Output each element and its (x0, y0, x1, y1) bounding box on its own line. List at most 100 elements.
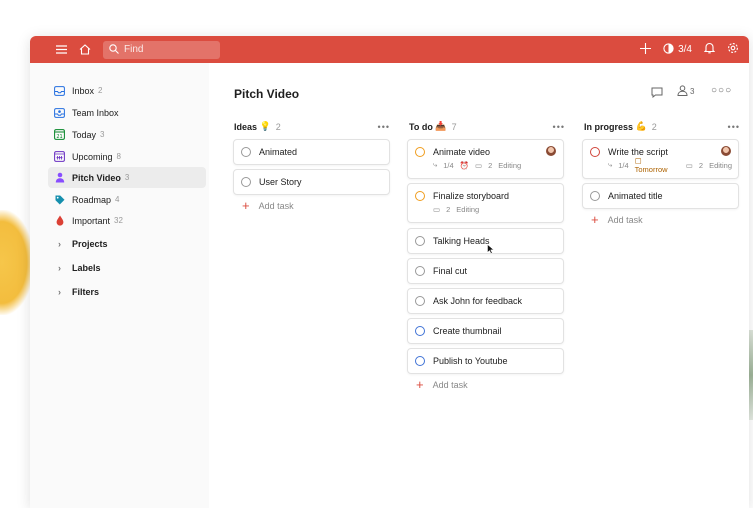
task-card[interactable]: Animated (233, 139, 390, 165)
sidebar-item-inbox[interactable]: Inbox 2 (48, 80, 206, 101)
sidebar-item-label: Team Inbox (72, 107, 119, 118)
task-checkbox[interactable] (415, 356, 425, 366)
alarm-icon: ⏰ (459, 160, 469, 170)
sidebar: Inbox 2 Team Inbox 21 Today 3 Upcoming 8 Pi… (30, 63, 209, 508)
calendar-grid-icon (54, 151, 65, 162)
task-title: Create thumbnail (433, 326, 502, 336)
column-name: In progress (584, 121, 634, 132)
task-checkbox[interactable] (241, 147, 251, 157)
task-checkbox[interactable] (415, 266, 425, 276)
sidebar-item-roadmap[interactable]: Roadmap 4 (48, 189, 206, 210)
task-card[interactable]: Talking Heads (407, 228, 564, 254)
task-checkbox[interactable] (590, 191, 600, 201)
comment-icon (651, 85, 663, 103)
add-task-button[interactable]: + Add task (416, 378, 468, 391)
column-count: 2 (651, 121, 657, 132)
mouse-cursor-icon (487, 244, 495, 254)
plus-icon: + (242, 198, 250, 213)
column-more-icon[interactable]: ••• (728, 122, 740, 132)
search-box[interactable] (103, 40, 220, 59)
due-date: ▢ Tomorrow (634, 156, 668, 174)
column-count: 7 (451, 121, 457, 132)
task-card[interactable]: Ask John for feedback (407, 288, 564, 314)
column-more-icon[interactable]: ••• (553, 122, 565, 132)
task-title: Ask John for feedback (433, 296, 523, 306)
task-title: Final cut (433, 266, 468, 276)
task-title: Talking Heads (433, 236, 490, 246)
column-more-icon[interactable]: ••• (378, 122, 390, 132)
task-card[interactable]: Final cut (407, 258, 564, 284)
column-header-to-do: To do 📥 7 ••• (409, 121, 565, 132)
bell-icon[interactable] (703, 41, 716, 59)
task-label: Editing (456, 204, 480, 214)
task-checkbox[interactable] (241, 177, 251, 187)
add-task-button[interactable]: + Add task (591, 213, 643, 226)
sidebar-item-count: 2 (98, 86, 103, 95)
task-card[interactable]: Animated title (582, 183, 739, 209)
task-checkbox[interactable] (415, 236, 425, 246)
due-label: Tomorrow (634, 165, 668, 174)
add-icon[interactable] (640, 41, 652, 59)
home-icon[interactable] (76, 41, 94, 59)
karma-label: 3/4 (678, 44, 692, 55)
sidebar-item-today[interactable]: 21 Today 3 (48, 124, 206, 145)
plus-icon: + (591, 212, 599, 227)
sidebar-item-label: Inbox (72, 85, 95, 96)
menu-icon[interactable] (52, 41, 70, 59)
decorative-paint-splash (0, 210, 34, 315)
task-checkbox[interactable] (415, 326, 425, 336)
add-task-label: Add task (607, 214, 643, 225)
comment-icon: ▭ (433, 204, 441, 214)
task-meta: ⤷ 1/4 ▢ Tomorrow ▭ 2 Editing (583, 156, 738, 174)
chevron-right-icon: › (58, 262, 61, 273)
task-card[interactable]: Publish to Youtube (407, 348, 564, 374)
task-title: Animated (259, 147, 298, 157)
comment-count: 2 (488, 160, 493, 170)
sidebar-item-count: 8 (116, 152, 121, 161)
search-icon (109, 41, 119, 59)
sidebar-item-team-inbox[interactable]: Team Inbox (48, 102, 206, 123)
sidebar-item-pitch-video[interactable]: Pitch Video 3 (48, 167, 206, 188)
task-title: Finalize storyboard (433, 191, 510, 201)
task-card[interactable]: Create thumbnail (407, 318, 564, 344)
avatar (721, 146, 731, 156)
sidebar-section-labels[interactable]: › Labels (48, 257, 206, 278)
add-task-button[interactable]: + Add task (242, 199, 294, 212)
gear-icon[interactable] (727, 41, 739, 59)
task-checkbox[interactable] (415, 296, 425, 306)
task-title: Animate video (433, 147, 491, 157)
comments-button[interactable] (651, 85, 663, 103)
column-count: 2 (275, 121, 281, 132)
sidebar-item-upcoming[interactable]: Upcoming 8 (48, 146, 206, 167)
sidebar-item-important[interactable]: Important 32 (48, 210, 206, 231)
section-label: Labels (72, 262, 101, 273)
karma-button[interactable]: 3/4 (663, 42, 692, 57)
task-checkbox[interactable] (415, 147, 425, 157)
task-card[interactable]: Animate video ⤷ 1/4 ⏰ ▭ 2 Editing (407, 139, 564, 179)
search-input[interactable] (124, 44, 214, 55)
collaborators-button[interactable]: 3 (677, 85, 694, 98)
sidebar-item-count: 4 (115, 195, 120, 204)
column-header-ideas: Ideas 💡 2 ••• (234, 121, 390, 132)
column-emoji: 📥 (435, 121, 447, 131)
task-checkbox[interactable] (415, 191, 425, 201)
comment-icon: ▭ (474, 160, 483, 170)
sidebar-item-label: Pitch Video (72, 172, 121, 183)
task-card[interactable]: User Story (233, 169, 390, 195)
subtask-icon: ⤷ (608, 160, 613, 169)
tag-icon (54, 194, 65, 205)
sidebar-section-filters[interactable]: › Filters (48, 281, 206, 302)
task-card[interactable]: Write the script ⤷ 1/4 ▢ Tomorrow ▭ 2 Edit… (582, 139, 739, 179)
calendar-today-icon: 21 (54, 129, 65, 140)
section-label: Filters (72, 286, 100, 297)
task-card[interactable]: Finalize storyboard ▭ 2 Editing (407, 183, 564, 223)
board: Pitch Video 3 ○○○ Ideas 💡 2 ••• Animated… (209, 63, 749, 508)
add-task-label: Add task (432, 379, 468, 390)
column-name: To do (409, 121, 433, 132)
more-icon[interactable]: ○○○ (711, 85, 732, 96)
sidebar-section-projects[interactable]: › Projects (48, 233, 206, 254)
task-title: Animated title (608, 191, 663, 201)
task-checkbox[interactable] (590, 147, 600, 157)
task-title: Publish to Youtube (433, 356, 508, 366)
drop-icon (54, 215, 65, 226)
